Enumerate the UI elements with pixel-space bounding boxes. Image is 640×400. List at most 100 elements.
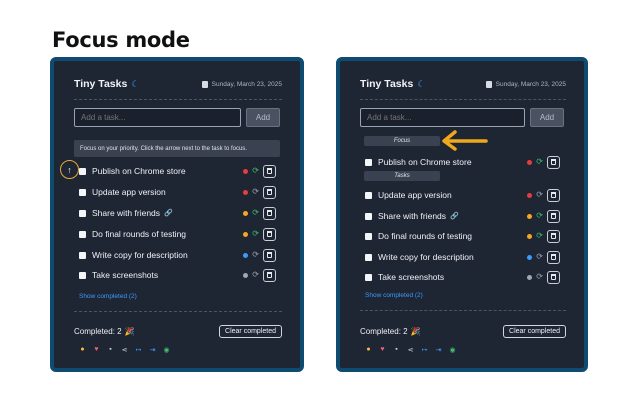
show-completed-link[interactable]: Show completed (2) bbox=[79, 293, 137, 300]
task-checkbox[interactable] bbox=[365, 212, 372, 220]
priority-dot[interactable] bbox=[527, 233, 533, 239]
folder-icon[interactable]: ▪ bbox=[393, 346, 400, 353]
eye-icon[interactable]: ◉ bbox=[163, 346, 170, 354]
clear-completed-button[interactable]: Clear completed bbox=[219, 324, 282, 338]
repeat-icon[interactable]: ⟳ bbox=[536, 253, 543, 261]
add-button[interactable]: Add bbox=[530, 108, 564, 127]
priority-dot[interactable] bbox=[243, 168, 249, 174]
repeat-icon[interactable]: ⟳ bbox=[252, 271, 259, 279]
link-icon[interactable]: 🔗 bbox=[164, 209, 173, 217]
heart-icon[interactable]: ♥ bbox=[379, 346, 386, 353]
repeat-icon[interactable]: ⟳ bbox=[252, 230, 259, 238]
delete-button[interactable] bbox=[547, 250, 560, 264]
repeat-icon[interactable]: ⟳ bbox=[252, 167, 259, 175]
task-actions: ⟳ bbox=[243, 206, 276, 220]
repeat-icon[interactable]: ⟳ bbox=[252, 188, 259, 196]
task-actions: ⟳ bbox=[243, 185, 276, 199]
task-text[interactable]: Do final rounds of testing bbox=[92, 229, 186, 239]
trash-icon bbox=[267, 231, 272, 237]
task-checkbox[interactable] bbox=[365, 273, 372, 281]
show-completed-link[interactable]: Show completed (2) bbox=[365, 292, 423, 299]
delete-button[interactable] bbox=[263, 248, 276, 262]
delete-button[interactable] bbox=[263, 268, 276, 282]
task-checkbox[interactable] bbox=[79, 230, 86, 238]
task-text[interactable]: Do final rounds of testing bbox=[378, 231, 472, 241]
delete-button[interactable] bbox=[263, 206, 276, 220]
tasks-section-label: Tasks bbox=[364, 171, 440, 181]
moon-icon[interactable]: ☾ bbox=[417, 79, 425, 90]
task-checkbox[interactable] bbox=[365, 253, 372, 261]
delete-button[interactable] bbox=[547, 155, 560, 169]
share-icon[interactable]: ⋖ bbox=[407, 346, 414, 354]
task-actions: ⟳ bbox=[527, 155, 560, 169]
priority-dot[interactable] bbox=[243, 189, 249, 195]
task-checkbox[interactable] bbox=[79, 271, 86, 279]
import-icon[interactable]: ⇥ bbox=[149, 346, 156, 354]
task-text[interactable]: Share with friends bbox=[378, 211, 446, 221]
priority-dot[interactable] bbox=[243, 252, 249, 258]
task-checkbox[interactable] bbox=[79, 167, 86, 175]
repeat-icon[interactable]: ⟳ bbox=[536, 273, 543, 281]
task-text[interactable]: Take screenshots bbox=[92, 270, 158, 280]
add-task-input[interactable] bbox=[360, 108, 525, 127]
delete-button[interactable] bbox=[547, 229, 560, 243]
chat-icon[interactable]: ● bbox=[365, 346, 372, 353]
priority-dot[interactable] bbox=[527, 274, 533, 280]
priority-dot[interactable] bbox=[243, 231, 249, 237]
priority-dot[interactable] bbox=[527, 254, 533, 260]
task-text[interactable]: Update app version bbox=[92, 187, 166, 197]
heart-icon[interactable]: ♥ bbox=[93, 346, 100, 353]
chat-icon[interactable]: ● bbox=[79, 346, 86, 353]
task-checkbox[interactable] bbox=[365, 158, 372, 166]
task-text[interactable]: Write copy for description bbox=[92, 250, 188, 260]
delete-button[interactable] bbox=[263, 164, 276, 178]
repeat-icon[interactable]: ⟳ bbox=[536, 212, 543, 220]
task-checkbox[interactable] bbox=[365, 191, 372, 199]
priority-dot[interactable] bbox=[243, 272, 249, 278]
focus-arrow-button[interactable]: ↑ bbox=[60, 160, 79, 179]
calendar-icon bbox=[201, 80, 208, 88]
task-text[interactable]: Take screenshots bbox=[378, 272, 444, 282]
task-row: Take screenshots ⟳ bbox=[365, 270, 560, 284]
delete-button[interactable] bbox=[263, 185, 276, 199]
add-button[interactable]: Add bbox=[246, 108, 280, 127]
priority-dot[interactable] bbox=[527, 192, 533, 198]
repeat-icon[interactable]: ⟳ bbox=[252, 209, 259, 217]
repeat-icon[interactable]: ⟳ bbox=[536, 158, 543, 166]
add-task-row: Add bbox=[360, 108, 564, 127]
task-checkbox[interactable] bbox=[79, 188, 86, 196]
priority-dot[interactable] bbox=[527, 213, 533, 219]
delete-button[interactable] bbox=[263, 227, 276, 241]
task-checkbox[interactable] bbox=[79, 209, 86, 217]
export-icon[interactable]: ↦ bbox=[421, 346, 428, 354]
share-icon[interactable]: ⋖ bbox=[121, 346, 128, 354]
link-icon[interactable]: 🔗 bbox=[450, 212, 459, 220]
export-icon[interactable]: ↦ bbox=[135, 346, 142, 354]
delete-button[interactable] bbox=[547, 270, 560, 284]
task-actions: ⟳ bbox=[243, 227, 276, 241]
repeat-icon[interactable]: ⟳ bbox=[252, 251, 259, 259]
add-task-row: Add bbox=[74, 108, 280, 127]
eye-icon[interactable]: ◉ bbox=[449, 346, 456, 354]
completed-row: Completed: 2 🎉 Clear completed bbox=[74, 324, 282, 338]
moon-icon[interactable]: ☾ bbox=[131, 79, 139, 90]
task-text[interactable]: Update app version bbox=[378, 190, 452, 200]
repeat-icon[interactable]: ⟳ bbox=[536, 191, 543, 199]
clear-completed-button[interactable]: Clear completed bbox=[503, 324, 566, 338]
delete-button[interactable] bbox=[547, 188, 560, 202]
task-checkbox[interactable] bbox=[79, 251, 86, 259]
task-text[interactable]: Publish on Chrome store bbox=[378, 157, 472, 167]
task-checkbox[interactable] bbox=[365, 232, 372, 240]
priority-dot[interactable] bbox=[243, 210, 249, 216]
task-actions: ⟳ bbox=[527, 188, 560, 202]
task-text[interactable]: Write copy for description bbox=[378, 252, 474, 262]
import-icon[interactable]: ⇥ bbox=[435, 346, 442, 354]
task-text[interactable]: Publish on Chrome store bbox=[92, 166, 186, 176]
task-actions: ⟳ bbox=[243, 164, 276, 178]
delete-button[interactable] bbox=[547, 209, 560, 223]
add-task-input[interactable] bbox=[74, 108, 241, 127]
folder-icon[interactable]: ▪ bbox=[107, 346, 114, 353]
repeat-icon[interactable]: ⟳ bbox=[536, 232, 543, 240]
priority-dot[interactable] bbox=[527, 159, 533, 165]
task-text[interactable]: Share with friends bbox=[92, 208, 160, 218]
